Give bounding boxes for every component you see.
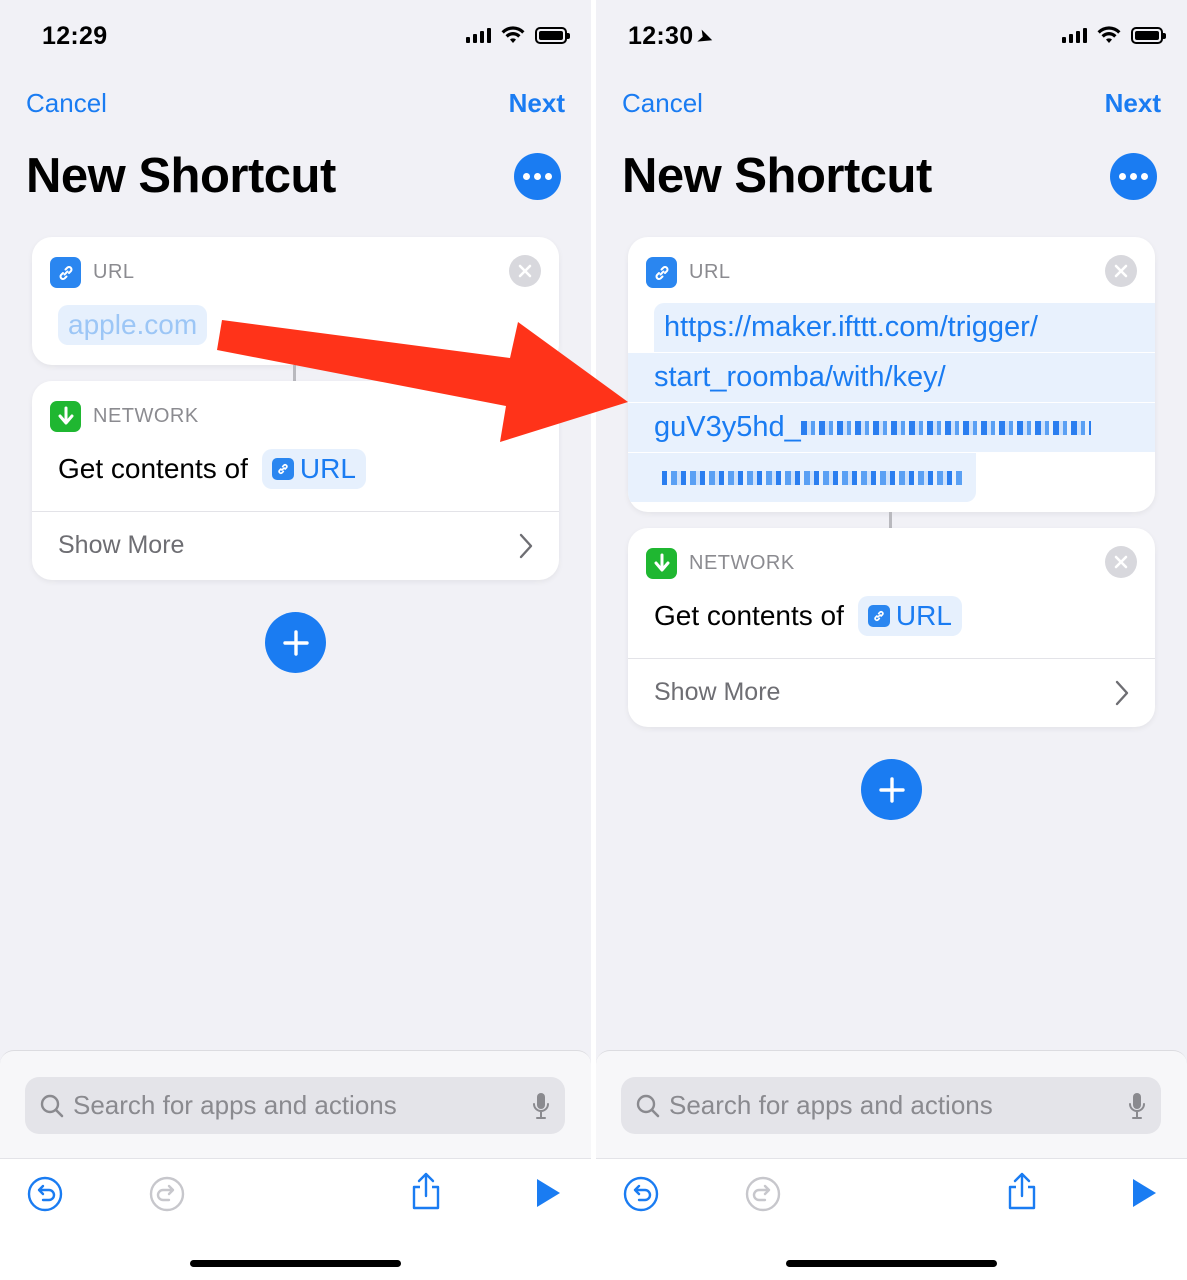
chevron-right-icon[interactable]	[519, 533, 533, 559]
url-text-line: guV3y5hd_	[628, 403, 1155, 452]
close-icon[interactable]	[509, 255, 541, 287]
download-arrow-icon	[646, 548, 677, 579]
search-placeholder: Search for apps and actions	[73, 1090, 397, 1120]
microphone-icon[interactable]	[1127, 1091, 1147, 1121]
status-time: 12:30➤	[628, 22, 718, 52]
page-title: New Shortcut	[26, 149, 336, 203]
url-card-header: URL	[50, 257, 135, 288]
get-contents-row: Get contents of URL	[58, 449, 366, 489]
screenshot-before: 12:29 Cancel Next New Shortcut URL apple…	[0, 0, 591, 1280]
share-icon[interactable]	[410, 1171, 442, 1211]
redacted-key	[800, 421, 1091, 436]
redo-icon[interactable]	[744, 1175, 782, 1213]
get-contents-action-card[interactable]: NETWORK Get contents of URL Show More	[32, 381, 559, 580]
home-indicator	[786, 1260, 997, 1267]
url-text-line: start_roomba/with/key/	[628, 353, 1155, 402]
more-options-button[interactable]	[1110, 153, 1157, 200]
url-input-field[interactable]: apple.com	[58, 305, 208, 345]
url-input-field[interactable]: https://maker.ifttt.com/trigger/ start_r…	[628, 303, 1155, 503]
wifi-icon	[1097, 26, 1121, 43]
show-more-label[interactable]: Show More	[654, 678, 780, 707]
cellular-signal-icon	[466, 27, 491, 43]
cancel-button[interactable]: Cancel	[26, 88, 107, 119]
next-button[interactable]: Next	[1105, 88, 1161, 119]
action-connector	[293, 365, 296, 381]
link-icon	[646, 257, 677, 288]
variable-label: URL	[299, 453, 356, 484]
battery-icon	[1131, 26, 1166, 44]
add-action-button[interactable]	[861, 759, 922, 820]
magnifier-icon	[636, 1094, 660, 1117]
microphone-icon[interactable]	[531, 1091, 551, 1121]
undo-icon[interactable]	[26, 1175, 64, 1213]
action-connector	[889, 512, 892, 528]
search-placeholder: Search for apps and actions	[669, 1090, 993, 1120]
network-category-label: NETWORK	[689, 552, 795, 574]
battery-icon	[535, 26, 570, 44]
magnifier-icon	[40, 1094, 64, 1117]
next-button[interactable]: Next	[509, 88, 565, 119]
search-input[interactable]: Search for apps and actions	[621, 1077, 1161, 1134]
link-icon	[50, 257, 81, 288]
download-arrow-icon	[50, 401, 81, 432]
plus-icon	[878, 776, 905, 803]
search-panel: Search for apps and actions	[596, 1050, 1187, 1158]
page-title: New Shortcut	[622, 149, 932, 203]
close-icon[interactable]	[1105, 546, 1137, 578]
show-more-label[interactable]: Show More	[58, 531, 184, 560]
action-text: Get contents of	[58, 453, 248, 484]
search-input[interactable]: Search for apps and actions	[25, 1077, 565, 1134]
redacted-key	[662, 471, 962, 486]
url-text-line: https://maker.ifttt.com/trigger/	[654, 303, 1155, 352]
url-category-label: URL	[689, 261, 731, 283]
cancel-button[interactable]: Cancel	[622, 88, 703, 119]
url-action-card[interactable]: URL https://maker.ifttt.com/trigger/ sta…	[628, 237, 1155, 512]
url-card-header: URL	[646, 257, 731, 288]
cellular-signal-icon	[1062, 27, 1087, 43]
redo-icon[interactable]	[148, 1175, 186, 1213]
more-options-button[interactable]	[514, 153, 561, 200]
status-time: 12:29	[42, 22, 108, 50]
url-category-label: URL	[93, 261, 135, 283]
network-card-header: NETWORK	[50, 401, 199, 432]
url-action-card[interactable]: URL apple.com	[32, 237, 559, 365]
link-icon	[271, 458, 294, 480]
home-indicator	[190, 1260, 401, 1267]
location-arrow-icon: ➤	[694, 24, 718, 52]
chevron-right-icon[interactable]	[1115, 680, 1129, 706]
screenshot-after: 12:30➤ Cancel Next New Shortcut URL http…	[596, 0, 1187, 1280]
action-text: Get contents of	[654, 600, 844, 631]
status-icons	[466, 26, 570, 44]
variable-label: URL	[895, 600, 952, 631]
close-icon[interactable]	[1105, 255, 1137, 287]
get-contents-row: Get contents of URL	[654, 596, 962, 636]
url-variable-token[interactable]: URL	[857, 596, 962, 636]
play-icon[interactable]	[1130, 1177, 1158, 1209]
url-text-line	[628, 453, 976, 502]
add-action-button[interactable]	[265, 612, 326, 673]
divider	[32, 511, 559, 512]
divider	[628, 658, 1155, 659]
link-icon	[867, 605, 890, 627]
status-icons	[1062, 26, 1166, 44]
share-icon[interactable]	[1006, 1171, 1038, 1211]
url-variable-token[interactable]: URL	[261, 449, 366, 489]
plus-icon	[282, 629, 309, 656]
get-contents-action-card[interactable]: NETWORK Get contents of URL Show More	[628, 528, 1155, 727]
play-icon[interactable]	[534, 1177, 562, 1209]
wifi-icon	[501, 26, 525, 43]
undo-icon[interactable]	[622, 1175, 660, 1213]
search-panel: Search for apps and actions	[0, 1050, 591, 1158]
network-card-header: NETWORK	[646, 548, 795, 579]
network-category-label: NETWORK	[93, 405, 199, 427]
